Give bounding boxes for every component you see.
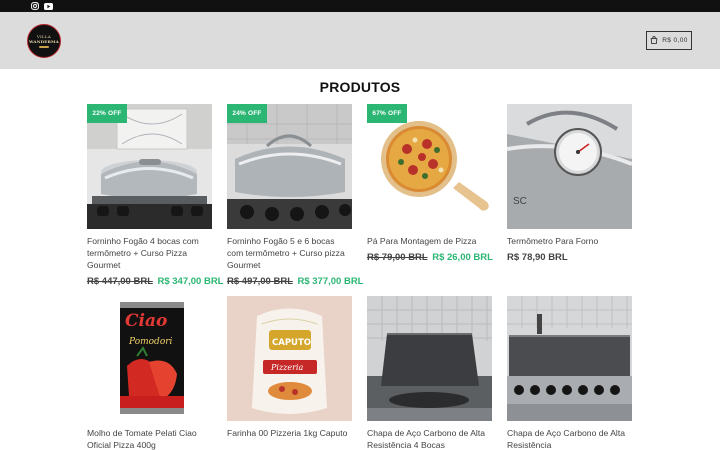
product-price: R$ 497,00 BRL R$ 377,00 BRL: [227, 276, 364, 287]
product-image[interactable]: Ciao Pomodori: [87, 296, 212, 421]
regular-price: R$ 78,90 BRL: [507, 252, 568, 263]
product-image[interactable]: 67% OFF: [367, 104, 492, 229]
product-card[interactable]: 67% OFF Pá Para Montagem de Pizza R$ 79,…: [367, 104, 493, 263]
product-image[interactable]: CAPUTO Pizzeria: [227, 296, 352, 421]
product-title[interactable]: Forninho Fogão 4 bocas com termômetro + …: [87, 235, 212, 271]
youtube-icon[interactable]: [44, 2, 53, 10]
cart-total: R$ 0,00: [662, 37, 688, 44]
original-price: R$ 497,00 BRL: [227, 276, 293, 287]
product-title[interactable]: Chapa de Aço Carbono de Alta Resistência…: [367, 427, 492, 450]
product-image[interactable]: SC: [507, 104, 632, 229]
shopping-bag-icon: [650, 35, 658, 46]
cart-button[interactable]: R$ 0,00: [646, 31, 692, 50]
product-title[interactable]: Forninho Fogão 5 e 6 bocas com termômetr…: [227, 235, 352, 271]
discount-badge: 24% OFF: [227, 104, 267, 123]
discount-badge: 22% OFF: [87, 104, 127, 123]
product-title[interactable]: Farinha 00 Pizzeria 1kg Caputo: [227, 427, 352, 439]
product-price: R$ 78,90 BRL: [507, 252, 632, 263]
product-image[interactable]: 24% OFF: [227, 104, 352, 229]
svg-text:SC: SC: [513, 196, 527, 207]
product-image[interactable]: [367, 296, 492, 421]
product-title[interactable]: Pá Para Montagem de Pizza: [367, 235, 492, 247]
product-card[interactable]: SC Termômetro Para Forno R$ 78,90 BRL: [507, 104, 632, 263]
product-price: R$ 79,00 BRL R$ 26,00 BRL: [367, 252, 493, 263]
product-card[interactable]: Chapa de Aço Carbono de Alta Resistência: [507, 296, 632, 450]
logo-line-2: WANDERMA: [29, 39, 59, 44]
store-logo[interactable]: VILLA WANDERMA: [27, 24, 61, 58]
product-card[interactable]: 24% OFF Forninho Fogão 5 e 6 bocas com t…: [227, 104, 364, 287]
product-title[interactable]: Chapa de Aço Carbono de Alta Resistência: [507, 427, 632, 450]
sale-price: R$ 377,00 BRL: [297, 276, 364, 287]
logo-ornament: [39, 46, 49, 48]
instagram-icon[interactable]: [30, 2, 39, 10]
social-bar: [0, 0, 720, 12]
product-title[interactable]: Molho de Tomate Pelati Ciao Oficial Pizz…: [87, 427, 212, 450]
product-card[interactable]: 22% OFF Forninho Fogão 4 bocas com termô…: [87, 104, 224, 287]
discount-badge: 67% OFF: [367, 104, 407, 123]
original-price: R$ 79,00 BRL: [367, 252, 428, 263]
product-price: R$ 447,00 BRL R$ 347,00 BRL: [87, 276, 224, 287]
site-header: VILLA WANDERMA R$ 0,00: [0, 12, 720, 69]
product-title[interactable]: Termômetro Para Forno: [507, 235, 632, 247]
product-image[interactable]: 22% OFF: [87, 104, 212, 229]
product-card[interactable]: Ciao Pomodori Molho de Tomate Pelati Cia…: [87, 296, 212, 450]
sale-price: R$ 26,00 BRL: [432, 252, 493, 263]
original-price: R$ 447,00 BRL: [87, 276, 153, 287]
product-card[interactable]: CAPUTO Pizzeria Farinha 00 Pizzeria 1kg …: [227, 296, 352, 439]
product-card[interactable]: Chapa de Aço Carbono de Alta Resistência…: [367, 296, 492, 450]
section-title: PRODUTOS: [319, 79, 401, 95]
product-image[interactable]: [507, 296, 632, 421]
sale-price: R$ 347,00 BRL: [157, 276, 224, 287]
